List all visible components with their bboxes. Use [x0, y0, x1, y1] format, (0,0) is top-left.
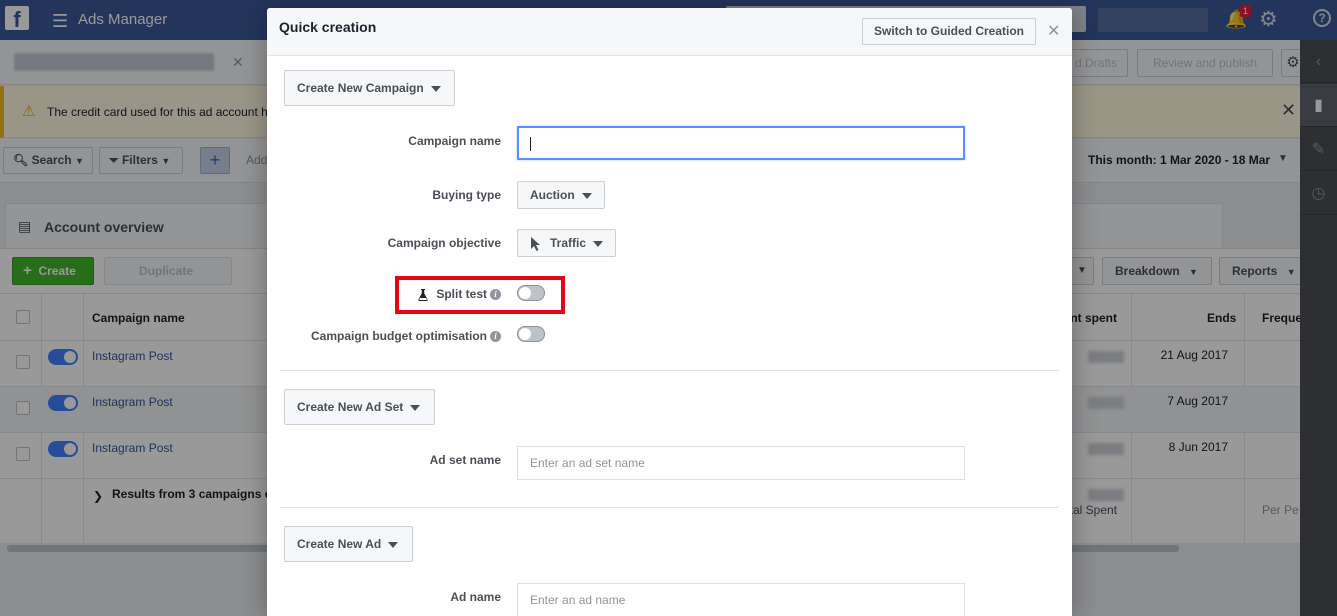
budget-optimisation-label-group: Campaign budget optimisation i — [267, 329, 501, 343]
chevron-down-icon — [593, 240, 604, 247]
create-new-ad-dropdown[interactable]: Create New Ad — [284, 526, 413, 562]
create-new-campaign-dropdown[interactable]: Create New Campaign — [284, 70, 455, 106]
switch-to-guided-button[interactable]: Switch to Guided Creation — [862, 18, 1036, 45]
create-new-ad-set-label: Create New Ad Set — [297, 400, 404, 414]
create-new-campaign-label: Create New Campaign — [297, 81, 424, 95]
campaign-objective-value: Traffic — [550, 236, 587, 250]
campaign-objective-label: Campaign objective — [387, 236, 501, 250]
budget-optimisation-label: Campaign budget optimisation — [311, 329, 487, 343]
ad-set-name-input[interactable] — [517, 446, 965, 480]
ad-name-input[interactable] — [517, 583, 965, 616]
chevron-down-icon — [581, 192, 592, 199]
chevron-down-icon — [388, 541, 399, 548]
cursor-arrow-icon — [531, 236, 540, 251]
section-divider — [280, 370, 1059, 371]
campaign-name-label: Campaign name — [408, 134, 501, 148]
text-cursor — [530, 137, 531, 151]
ad-set-name-label: Ad set name — [429, 453, 501, 467]
create-new-ad-label: Create New Ad — [297, 537, 382, 551]
dialog-header: Quick creation Switch to Guided Creation… — [267, 8, 1072, 56]
buying-type-label: Buying type — [432, 188, 501, 202]
dialog-title: Quick creation — [279, 19, 377, 35]
buying-type-dropdown[interactable]: Auction — [517, 181, 605, 209]
section-divider — [280, 507, 1059, 508]
create-new-ad-set-dropdown[interactable]: Create New Ad Set — [284, 389, 435, 425]
highlight-annotation — [395, 276, 565, 314]
buying-type-value: Auction — [530, 188, 575, 202]
budget-optimisation-toggle[interactable] — [517, 326, 545, 342]
toggle-knob — [519, 328, 531, 340]
info-icon[interactable]: i — [490, 331, 501, 343]
chevron-down-icon — [430, 85, 441, 92]
campaign-objective-dropdown[interactable]: Traffic — [517, 229, 617, 257]
ad-name-label: Ad name — [450, 590, 501, 604]
chevron-down-icon — [410, 404, 421, 411]
quick-creation-dialog: Quick creation Switch to Guided Creation… — [267, 8, 1072, 616]
campaign-name-input[interactable] — [517, 126, 965, 160]
close-icon[interactable]: ✕ — [1047, 21, 1060, 41]
